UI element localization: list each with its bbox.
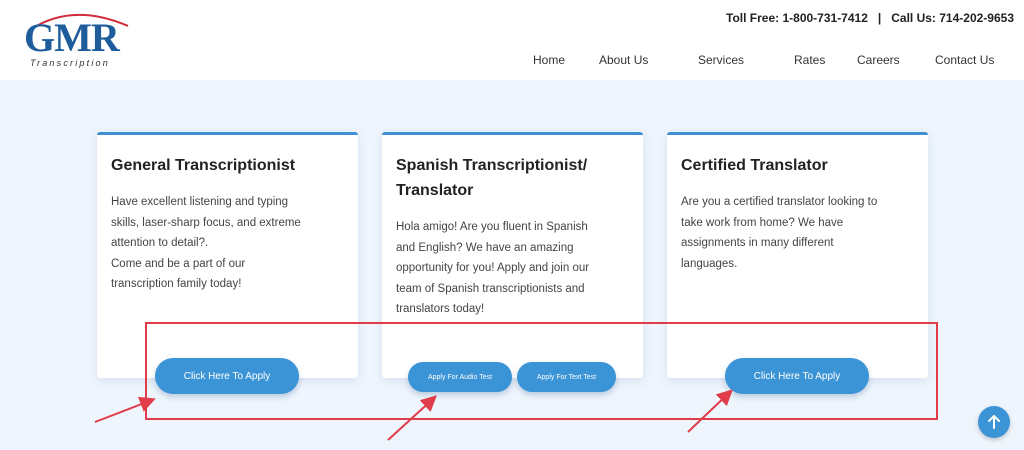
nav-about-us[interactable]: About Us	[599, 53, 648, 67]
card-description: Have excellent listening and typing skil…	[111, 196, 301, 290]
nav-rates[interactable]: Rates	[794, 53, 825, 67]
card-title: General Transcriptionist	[111, 157, 296, 174]
card-title: Certified Translator	[681, 157, 828, 174]
nav-home[interactable]: Home	[533, 53, 565, 67]
card-title: Spanish Transcriptionist/ Translator	[396, 157, 588, 199]
nav-services[interactable]: Services	[698, 53, 744, 67]
call-us-number[interactable]: Call Us: 714-202-9653	[891, 11, 1014, 25]
site-header: GMR Transcription Toll Free: 1-800-731-7…	[0, 0, 1024, 80]
scroll-to-top-button[interactable]	[978, 406, 1010, 438]
nav-careers[interactable]: Careers	[857, 53, 900, 67]
card-description: Hola amigo! Are you fluent in Spanish an…	[396, 221, 590, 315]
annotation-highlight-box	[145, 322, 938, 420]
main-nav: Home About Us Services Rates Careers Con…	[0, 53, 1024, 71]
contact-separator: |	[877, 11, 882, 25]
card-description: Are you a certified translator looking t…	[681, 196, 878, 270]
nav-contact-us[interactable]: Contact Us	[935, 53, 994, 67]
contact-bar: Toll Free: 1-800-731-7412 | Call Us: 714…	[726, 11, 1014, 25]
toll-free-number[interactable]: Toll Free: 1-800-731-7412	[726, 11, 868, 25]
arrow-up-icon	[988, 415, 1000, 429]
